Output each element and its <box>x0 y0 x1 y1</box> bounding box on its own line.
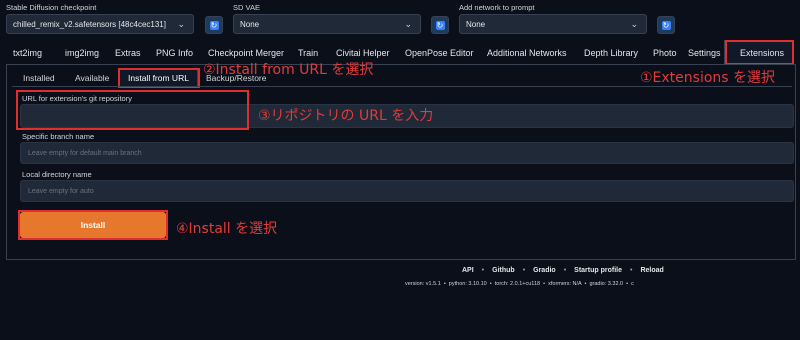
subtab-installed[interactable]: Installed <box>23 73 55 83</box>
refresh-icon: ↻ <box>209 20 219 30</box>
highlight-extensions-tab <box>725 40 794 65</box>
tab-openpose-editor[interactable]: OpenPose Editor <box>405 48 474 58</box>
tab-img2img[interactable]: img2img <box>65 48 99 58</box>
chevron-down-icon: ⌄ <box>177 19 185 29</box>
refresh-network-button[interactable]: ↻ <box>657 16 675 34</box>
separator: • <box>481 267 485 274</box>
vae-value: None <box>240 19 260 29</box>
annotation-1: ①Extensions を選択 <box>640 70 776 86</box>
chevron-down-icon: ⌄ <box>404 19 412 29</box>
tab-txt2img[interactable]: txt2img <box>13 48 42 58</box>
footer-link-reload[interactable]: Reload <box>640 267 663 274</box>
footer-link-gradio[interactable]: Gradio <box>533 267 556 274</box>
version-info: version: v1.5.1 • python: 3.10.10 • torc… <box>405 281 634 287</box>
checkpoint-select[interactable]: chilled_remix_v2.safetensors [48c4cec131… <box>6 14 194 34</box>
vae-select[interactable]: None ⌄ <box>233 14 421 34</box>
branch-input[interactable]: Leave empty for default main branch <box>20 142 794 164</box>
network-label: Add network to prompt <box>459 3 535 12</box>
refresh-icon: ↻ <box>661 20 671 30</box>
separator: • <box>563 267 567 274</box>
tab-train[interactable]: Train <box>298 48 318 58</box>
annotation-3: ③リポジトリの URL を入力 <box>258 108 434 124</box>
checkpoint-label: Stable Diffusion checkpoint <box>6 3 97 12</box>
highlight-install-from-url <box>118 68 200 88</box>
chevron-down-icon: ⌄ <box>630 19 638 29</box>
tab-checkpoint-merger[interactable]: Checkpoint Merger <box>208 48 284 58</box>
annotation-2: ②Install from URL を選択 <box>203 62 374 78</box>
highlight-url-field <box>16 90 249 130</box>
refresh-icon: ↻ <box>435 20 445 30</box>
annotation-4: ④Install を選択 <box>176 221 278 237</box>
checkpoint-value: chilled_remix_v2.safetensors [48c4cec131… <box>13 19 166 29</box>
footer-link-api[interactable]: API <box>462 267 474 274</box>
tab-depth-library[interactable]: Depth Library <box>584 48 638 58</box>
refresh-vae-button[interactable]: ↻ <box>431 16 449 34</box>
footer-links: API • Github • Gradio • Startup profile … <box>462 267 664 274</box>
subtab-available[interactable]: Available <box>75 73 109 83</box>
separator: • <box>630 267 633 274</box>
tab-png-info[interactable]: PNG Info <box>156 48 193 58</box>
dir-input[interactable]: Leave empty for auto <box>20 180 794 202</box>
footer-link-startup-profile[interactable]: Startup profile <box>574 267 622 274</box>
network-value: None <box>466 19 486 29</box>
tab-civitai-helper[interactable]: Civitai Helper <box>336 48 390 58</box>
tab-extras[interactable]: Extras <box>115 48 141 58</box>
refresh-checkpoint-button[interactable]: ↻ <box>205 16 223 34</box>
vae-label: SD VAE <box>233 3 260 12</box>
separator: • <box>522 267 526 274</box>
tab-settings[interactable]: Settings <box>688 48 721 58</box>
footer-link-github[interactable]: Github <box>492 267 515 274</box>
network-select[interactable]: None ⌄ <box>459 14 647 34</box>
branch-label: Specific branch name <box>22 132 95 141</box>
tab-photo[interactable]: Photo <box>653 48 677 58</box>
tab-additional-networks[interactable]: Additional Networks <box>487 48 567 58</box>
highlight-install-button <box>18 210 168 240</box>
dir-label: Local directory name <box>22 170 92 179</box>
